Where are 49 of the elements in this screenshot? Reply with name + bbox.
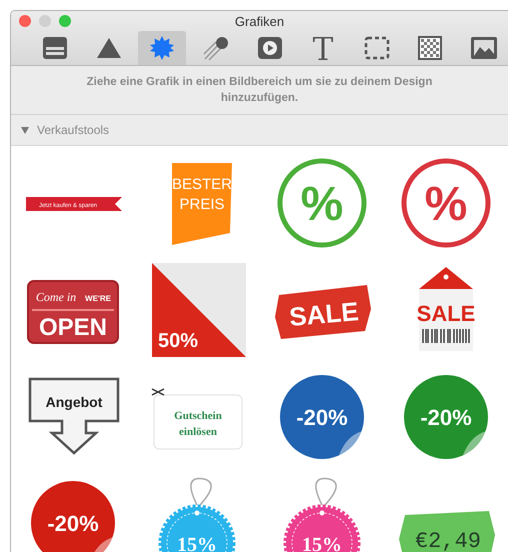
graphic-label: PREIS xyxy=(180,196,225,213)
percent-stamp-graphic[interactable] xyxy=(401,158,490,248)
open-sign-graphic[interactable] xyxy=(27,280,120,344)
coupon-graphic[interactable] xyxy=(152,388,243,450)
graphic-label: -20% xyxy=(296,405,348,430)
sale-hang-tag-graphic[interactable] xyxy=(418,267,473,351)
sale-tag-graphic[interactable] xyxy=(274,285,371,339)
graphic-label: -20% xyxy=(420,405,472,430)
play-icon xyxy=(256,36,282,60)
image-icon xyxy=(470,36,498,60)
percent-sticker-graphic[interactable] xyxy=(280,375,364,459)
graphic-label: Gutschein xyxy=(174,410,222,422)
peeled-corner-graphic[interactable] xyxy=(152,263,246,357)
close-button[interactable] xyxy=(19,15,31,27)
price-tag-graphic[interactable] xyxy=(398,511,495,552)
checkerboard-icon xyxy=(418,36,442,60)
sale-hang-tag-graphic[interactable] xyxy=(422,328,470,344)
disclosure-triangle-icon[interactable] xyxy=(21,126,29,134)
graphic-label: 15% xyxy=(177,534,218,552)
graphic-label: 15% xyxy=(302,534,342,552)
graphic-label: % xyxy=(424,178,468,231)
graphic-label: OPEN xyxy=(39,314,108,341)
section-header[interactable]: Verkaufstools xyxy=(11,115,508,146)
graphic-label: €2,49 xyxy=(414,529,481,552)
text-tool-icon xyxy=(311,35,336,61)
triangle-icon xyxy=(96,37,122,59)
percent-sticker-graphic[interactable] xyxy=(31,481,116,552)
graphic-label: BESTER xyxy=(172,176,232,193)
graphic-label: -20% xyxy=(47,511,99,536)
table-icon xyxy=(42,36,68,60)
percent-sticker-graphic[interactable] xyxy=(404,375,488,459)
graphic-label: % xyxy=(300,178,343,231)
dotted-frame-icon xyxy=(364,36,390,60)
arrow-box-graphic[interactable] xyxy=(28,378,120,455)
graphic-label: Come in xyxy=(36,290,76,304)
graphic-label: Angebot xyxy=(46,394,102,410)
hint-text: Ziehe eine Grafik in einen Bildbereich um sie zu deinem Design hinzuzufügen. xyxy=(11,66,508,115)
section-title: Verkaufstools xyxy=(37,123,110,137)
ribbon-graphic[interactable] xyxy=(26,197,122,211)
scalloped-tag-graphic[interactable] xyxy=(283,478,360,552)
percent-stamp-graphic[interactable] xyxy=(277,158,366,248)
graphic-label: SALE xyxy=(288,296,360,332)
starburst-icon xyxy=(149,35,176,61)
graphic-label: SALE xyxy=(416,301,476,326)
graphic-label: 50% xyxy=(158,330,198,352)
graphic-label: einlösen xyxy=(179,426,218,438)
comet-icon xyxy=(202,35,230,61)
graphic-label: WE'RE xyxy=(85,294,112,303)
window-title: Grafiken xyxy=(234,14,284,28)
